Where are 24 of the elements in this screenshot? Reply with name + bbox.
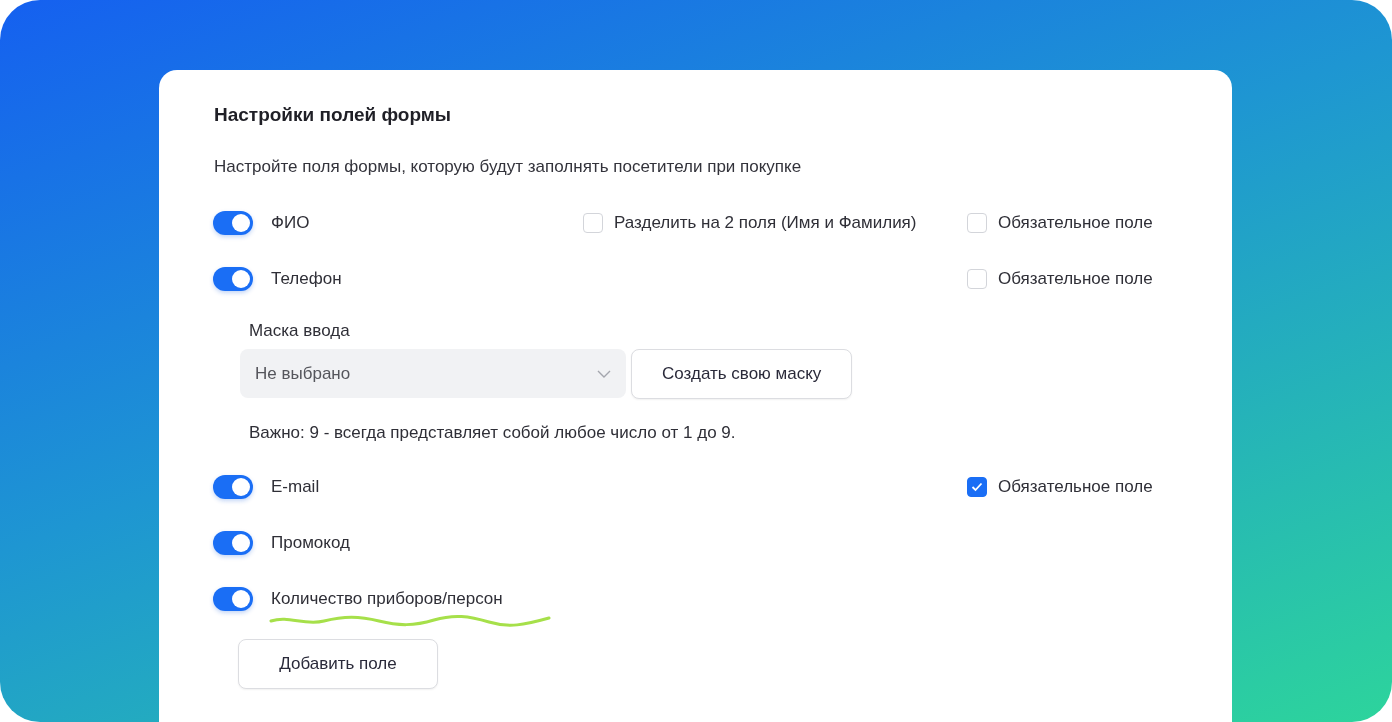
field-label: E-mail (271, 477, 320, 496)
toggle-switch[interactable] (213, 475, 253, 499)
checkbox[interactable] (967, 477, 987, 497)
mask-dropdown[interactable]: Не выбрано (240, 349, 626, 398)
field-label: Промокод (271, 533, 350, 552)
check-icon (971, 482, 983, 492)
checkbox-label: Разделить на 2 поля (Имя и Фамилия) (614, 213, 917, 233)
create-mask-button[interactable]: Создать свою маску (631, 349, 853, 399)
mask-label: Маска ввода (249, 320, 351, 342)
description-text: Настройте поля формы, которую будут заполнять посетители при покупке (214, 156, 803, 178)
checkbox-label: Обязательное поле (998, 269, 1153, 289)
toggle-switch[interactable] (213, 267, 253, 291)
add-field-button[interactable]: Добавить поле (238, 639, 438, 689)
field-label: Телефон (271, 269, 342, 288)
chevron-down-icon (597, 369, 611, 378)
note-text: Важно: 9 - всегда представляет собой любое число от 1 до 9. (249, 422, 737, 444)
checkbox-label: Обязательное поле (998, 477, 1153, 497)
field-label: Количество приборов/персон (271, 589, 503, 608)
toggle-switch[interactable] (213, 587, 253, 611)
field-label: ФИО (271, 213, 310, 232)
card-title: Настройки полей формы (214, 103, 453, 127)
toggle-switch[interactable] (213, 531, 253, 555)
checkbox-label: Обязательное поле (998, 213, 1153, 233)
toggle-switch[interactable] (213, 211, 253, 235)
